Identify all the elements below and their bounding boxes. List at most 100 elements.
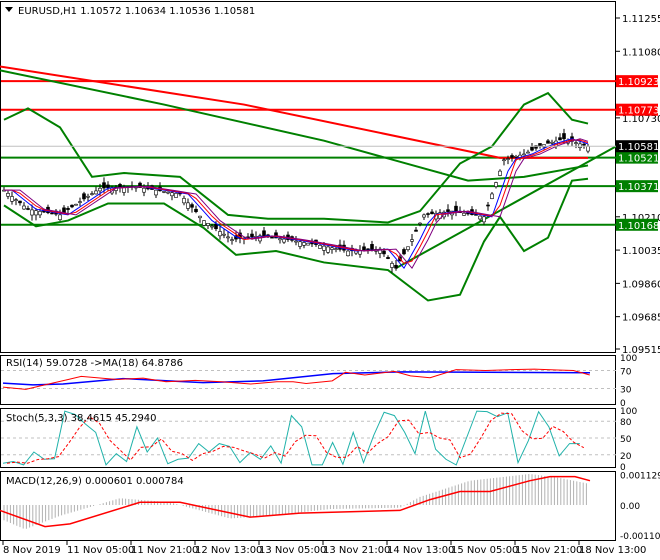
candle-body [186,202,190,209]
candle-body [574,142,578,144]
candle-body [514,155,518,158]
candle-body [202,220,206,226]
candle-body [86,195,90,198]
candle-body [98,187,102,192]
price-tick-label: 1.09685 [622,313,660,324]
candle-body [250,233,254,238]
level-label: 1.10521 [618,154,659,165]
level-label: 1.10773 [618,106,659,117]
price-tick-label: 1.09860 [622,279,660,290]
candle-body [490,193,494,199]
candle-body [530,146,534,151]
candle-body [334,248,338,250]
candle-body [386,257,390,259]
candle-body [182,198,186,204]
candle-body [302,242,306,246]
candle-body [330,247,334,250]
candle-body [558,137,562,141]
candle-body [322,245,326,251]
candle-body [306,242,310,246]
candle-body [494,182,498,187]
candle-body [194,208,198,213]
candle-body [362,246,366,251]
candle-body [218,231,222,237]
stoch-tick-label: 20 [620,452,632,462]
candle-body [94,190,98,195]
candle-body [142,187,146,193]
candle-body [26,208,30,210]
candle-body [262,230,266,237]
candle-body [414,229,418,232]
rsi-tick-label: 30 [620,386,632,396]
level-label: 1.10371 [618,182,659,193]
price-tick-label: 1.11080 [622,47,660,58]
time-tick-label: 8 Nov 2019 [3,545,61,556]
candle-body [426,213,430,215]
stoch-tick-label: 80 [620,418,632,428]
trading-chart: 1.11255 1.11080 1.10730 1.10210 1.10035 1.098… [0,0,660,560]
price-tick-label: 1.11255 [622,14,660,25]
time-tick-label: 18 Nov 13:00 [579,545,646,556]
rsi-ma-line [2,371,591,386]
candle-body [446,209,450,212]
candle-body [582,143,586,146]
candle-body [298,241,302,247]
candle-body [66,208,70,210]
candle-body [118,184,122,188]
candle-body [422,214,426,218]
time-tick-label: 13 Nov 21:00 [323,545,390,556]
candle-body [482,216,486,223]
time-tick-label: 13 Nov 05:00 [259,545,326,556]
time-tick-label: 12 Nov 13:00 [195,545,262,556]
candle-body [210,225,214,228]
candle-body [62,207,66,213]
candle-body [462,212,466,216]
candle-body [78,201,82,203]
candle-body [522,153,526,156]
candle-body [526,151,530,154]
candle-body [390,263,394,268]
candle-body [550,141,554,144]
candle-body [22,205,26,210]
candle-body [10,196,14,202]
macd-tick-label: -0.001107 [620,532,660,542]
candle-body [214,223,218,230]
candle-body [326,246,330,253]
candle-body [430,211,434,215]
trend-line [395,145,617,270]
time-tick-label: 11 Nov 05:00 [67,545,134,556]
candle-body [502,159,506,162]
macd-tick-label: 0.00 [620,502,640,512]
candle-body [38,211,42,216]
candle-body [546,140,550,144]
candle-body [510,155,514,158]
candle-body [174,193,178,198]
candle-body [166,191,170,194]
candle-body [370,244,374,250]
level-label: 1.10168 [618,221,659,232]
candle-body [30,209,34,216]
stoch-tick-label: 100 [620,407,637,417]
candle-body [366,248,370,251]
candle-body [198,215,202,219]
candle-body [34,210,38,216]
candle-body [478,215,482,220]
candle-body [58,214,62,220]
rsi-tick-label: 70 [620,368,632,378]
candle-body [282,238,286,243]
symbol-title: EURUSD,H1 1.10572 1.10634 1.10536 1.1058… [18,6,255,17]
rsi-title: RSI(14) 59.0728 ->MA(18) 64.8786 [6,358,183,369]
candle-body [294,240,298,243]
collapse-triangle-icon[interactable] [5,7,13,12]
level-label: 1.10923 [618,77,659,88]
candle-body [382,250,386,255]
candle-body [318,245,322,249]
candle-body [230,239,234,241]
candle-body [106,184,110,189]
candle-body [394,264,398,269]
current-price-label: 1.10581 [618,142,659,153]
candle-body [70,204,74,208]
candle-body [586,146,590,152]
candle-body [506,158,510,160]
candle-body [6,193,10,197]
